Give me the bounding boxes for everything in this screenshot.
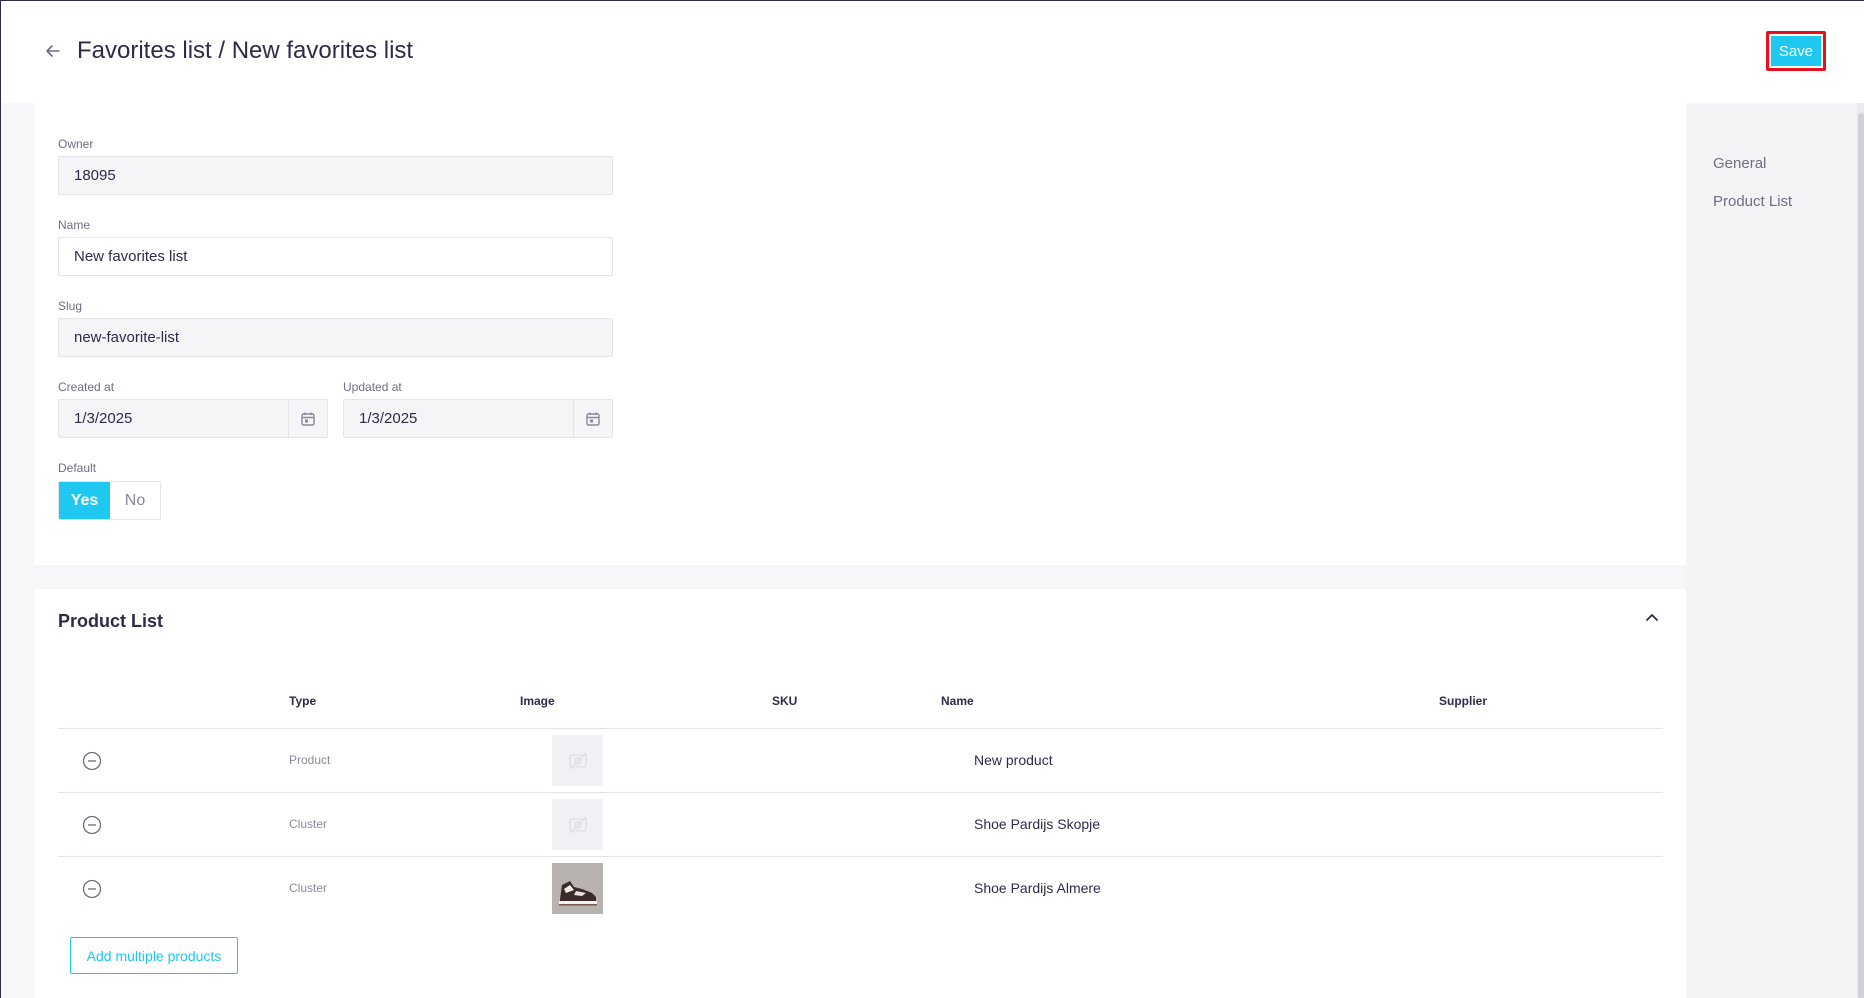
updated-at-calendar-button[interactable] bbox=[573, 400, 612, 437]
scrollbar-thumb[interactable] bbox=[1858, 113, 1864, 998]
created-at-value[interactable]: 1/3/2025 bbox=[59, 400, 288, 437]
back-arrow-icon[interactable] bbox=[43, 41, 63, 61]
column-header-image: Image bbox=[520, 694, 555, 708]
created-at-label: Created at bbox=[58, 380, 115, 394]
row-image bbox=[552, 863, 603, 914]
column-header-supplier: Supplier bbox=[1439, 694, 1488, 708]
column-header-type: Type bbox=[289, 694, 317, 708]
row-type: Product bbox=[289, 753, 331, 767]
sneaker-photo bbox=[552, 863, 603, 914]
placeholder-image-icon bbox=[568, 752, 587, 769]
calendar-icon bbox=[586, 412, 600, 426]
row-image bbox=[552, 735, 603, 786]
row-name: Shoe Pardijs Skopje bbox=[974, 816, 1101, 832]
created-at-field[interactable]: 1/3/2025 bbox=[58, 399, 328, 438]
slug-field[interactable]: new-favorite-list bbox=[58, 318, 613, 357]
default-no-option[interactable]: No bbox=[110, 482, 160, 519]
owner-field[interactable]: 18095 bbox=[58, 156, 613, 195]
nav-item-product-list[interactable]: Product List bbox=[1713, 193, 1792, 210]
save-button[interactable]: Save bbox=[1771, 36, 1821, 66]
created-at-calendar-button[interactable] bbox=[288, 400, 327, 437]
table-row: Product New product bbox=[58, 729, 1663, 792]
row-name: Shoe Pardijs Almere bbox=[974, 880, 1101, 896]
row-type: Cluster bbox=[289, 817, 328, 831]
table-row: Cluster Shoe Pardijs Almere bbox=[58, 857, 1663, 920]
column-header-name: Name bbox=[941, 694, 974, 708]
column-header-sku: SKU bbox=[772, 694, 798, 708]
updated-at-value[interactable]: 1/3/2025 bbox=[344, 400, 573, 437]
remove-circle-icon[interactable] bbox=[82, 815, 102, 835]
updated-at-label: Updated at bbox=[343, 380, 402, 394]
calendar-icon bbox=[301, 412, 315, 426]
row-name: New product bbox=[974, 752, 1053, 768]
updated-at-field[interactable]: 1/3/2025 bbox=[343, 399, 613, 438]
owner-label: Owner bbox=[58, 137, 94, 151]
default-toggle: Yes No bbox=[58, 481, 161, 520]
add-multiple-products-button[interactable]: Add multiple products bbox=[70, 937, 238, 974]
chevron-up-icon[interactable] bbox=[1643, 609, 1661, 627]
row-image bbox=[552, 799, 603, 850]
name-label: Name bbox=[58, 218, 91, 232]
table-row: Cluster Shoe Pardijs Skopje bbox=[58, 793, 1663, 856]
remove-circle-icon[interactable] bbox=[82, 879, 102, 899]
section-nav: General Product List bbox=[1685, 103, 1857, 998]
default-yes-option[interactable]: Yes bbox=[59, 482, 110, 519]
product-list-section: Product List Type Image SKU Name Supplie… bbox=[34, 589, 1686, 998]
general-section: Owner 18095 Name New favorites list Slug… bbox=[34, 103, 1686, 565]
name-field[interactable]: New favorites list bbox=[58, 237, 613, 276]
row-type: Cluster bbox=[289, 881, 328, 895]
page-header: Favorites list / New favorites list Save bbox=[1, 1, 1864, 103]
default-label: Default bbox=[58, 461, 97, 475]
save-button-highlight: Save bbox=[1766, 31, 1826, 71]
placeholder-image-icon bbox=[568, 816, 587, 833]
nav-item-general[interactable]: General bbox=[1713, 155, 1766, 172]
remove-circle-icon[interactable] bbox=[82, 751, 102, 771]
page-title: Favorites list / New favorites list bbox=[77, 37, 414, 64]
slug-label: Slug bbox=[58, 299, 83, 313]
product-list-title: Product List bbox=[58, 611, 164, 631]
